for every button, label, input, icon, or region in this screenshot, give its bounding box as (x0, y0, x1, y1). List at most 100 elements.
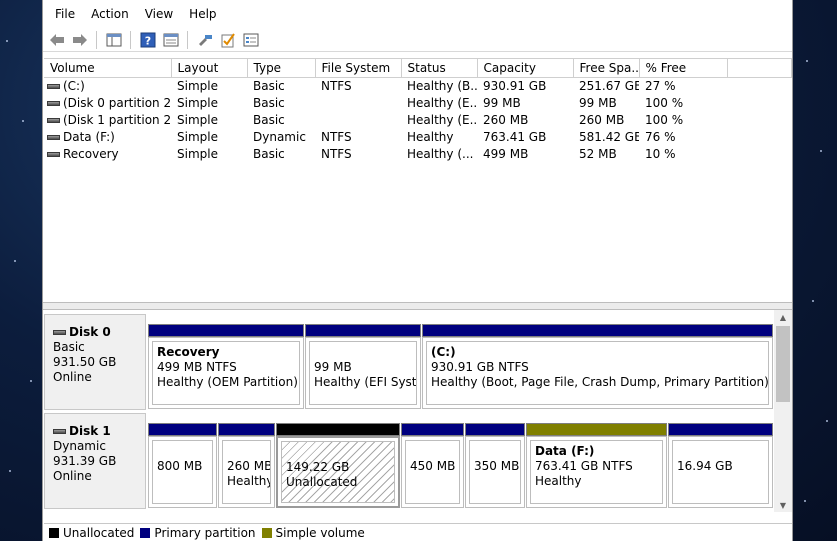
column-header-volume[interactable]: Volume (44, 58, 172, 78)
volume-icon (47, 152, 60, 157)
partition-name (314, 345, 412, 360)
partition-block-unallocated[interactable]: 149.22 GB Unallocated (276, 423, 400, 508)
table-cell: Dynamic (253, 130, 306, 144)
table-cell: 499 MB (483, 147, 529, 161)
volume-icon (47, 101, 60, 106)
table-cell: Simple (177, 96, 218, 110)
table-header: Volume Layout Type File System Status Ca… (44, 58, 792, 78)
table-cell: Basic (253, 96, 285, 110)
table-cell: Healthy (B... (407, 79, 477, 93)
partition-size: 350 MB (474, 459, 520, 473)
partition-name: Data (F:) (535, 444, 595, 458)
menu-action[interactable]: Action (83, 0, 137, 28)
volume-icon (47, 84, 60, 89)
partition-block[interactable]: Recovery 499 MB NTFS Healthy (OEM Partit… (148, 324, 304, 409)
toolbar-separator (187, 30, 188, 49)
partition-block[interactable]: Data (F:) 763.41 GB NTFS Healthy (526, 423, 667, 508)
table-row[interactable]: (Disk 0 partition 2) Simple Basic Health… (44, 95, 792, 112)
help-icon[interactable]: ? (137, 30, 158, 50)
partition-size: 16.94 GB (677, 459, 733, 473)
partition-block[interactable]: 260 MB Healthy (218, 423, 275, 508)
table-cell: 581.42 GB (579, 130, 639, 144)
table-row[interactable]: (Disk 1 partition 2) Simple Basic Health… (44, 112, 792, 129)
menu-bar: File Action View Help (43, 0, 792, 28)
table-cell: Simple (177, 130, 218, 144)
disk-label[interactable]: Disk 1 Dynamic 931.39 GB Online (44, 413, 146, 509)
legend-item: Primary partition (140, 526, 256, 540)
scrollbar-thumb[interactable] (776, 326, 790, 402)
column-header-type[interactable]: Type (247, 58, 316, 78)
scroll-up-icon[interactable]: ▲ (774, 310, 792, 324)
connect-icon[interactable] (194, 30, 215, 50)
partition-size: 800 MB (157, 459, 203, 473)
table-cell: Basic (253, 147, 285, 161)
partition-size: 450 MB (410, 459, 456, 473)
table-cell: Healthy (E... (407, 113, 477, 127)
partition-block[interactable]: 350 MB (465, 423, 525, 508)
menu-view[interactable]: View (137, 0, 181, 28)
scroll-down-icon[interactable]: ▼ (774, 498, 792, 512)
pane-splitter[interactable] (43, 302, 792, 310)
table-cell: Healthy (... (407, 147, 474, 161)
legend-swatch (261, 527, 272, 538)
table-cell: 260 MB (579, 113, 625, 127)
partition-size: 260 MB (227, 459, 271, 473)
table-cell: 52 MB (579, 147, 617, 161)
toolbar: ? (43, 28, 792, 52)
column-header-layout[interactable]: Layout (171, 58, 248, 78)
column-header-free-space[interactable]: Free Spa... (573, 58, 640, 78)
partition-block[interactable]: 99 MB Healthy (EFI System (305, 324, 421, 409)
legend-item: Unallocated (49, 526, 134, 540)
partition-status: Healthy (OEM Partition) (157, 375, 298, 389)
column-header-file-system[interactable]: File System (315, 58, 402, 78)
vertical-scrollbar[interactable]: ▲ ▼ (774, 310, 792, 512)
table-cell (727, 146, 792, 163)
disk-size: 931.50 GB (53, 355, 117, 369)
table-cell: 10 % (645, 147, 676, 161)
column-header-percent-free[interactable]: % Free (639, 58, 728, 78)
disk-icon (53, 429, 66, 434)
partition-status: Healthy (EFI System (314, 375, 417, 389)
partition-block[interactable]: 450 MB (401, 423, 464, 508)
back-arrow-icon[interactable] (46, 30, 67, 50)
table-cell: Healthy (E... (407, 96, 477, 110)
partition-status: Unallocated (286, 475, 358, 489)
forward-arrow-icon[interactable] (69, 30, 90, 50)
partition-color-bar (148, 324, 304, 337)
table-cell: Simple (177, 113, 218, 127)
table-cell: Healthy (407, 130, 454, 144)
settings-icon[interactable] (240, 30, 261, 50)
console-tree-icon[interactable] (103, 30, 124, 50)
table-cell: Simple (177, 79, 218, 93)
table-cell: NTFS (321, 79, 352, 93)
table-cell: Simple (177, 147, 218, 161)
partition-color-bar (526, 423, 667, 436)
column-header-capacity[interactable]: Capacity (477, 58, 574, 78)
partition-name: Recovery (157, 345, 220, 359)
properties-icon[interactable] (160, 30, 181, 50)
table-row[interactable]: Recovery Simple Basic NTFS Healthy (... … (44, 146, 792, 163)
partition-status: Healthy (Boot, Page File, Crash Dump, Pr… (431, 375, 769, 389)
volume-icon (47, 135, 60, 140)
partition-size: 149.22 GB (286, 460, 350, 474)
table-cell: Basic (253, 79, 285, 93)
table-row[interactable]: Data (F:) Simple Dynamic NTFS Healthy 76… (44, 129, 792, 146)
table-cell: NTFS (321, 147, 352, 161)
check-icon[interactable] (217, 30, 238, 50)
disk-status: Online (53, 469, 92, 483)
partition-block[interactable]: 16.94 GB (668, 423, 773, 508)
column-header-status[interactable]: Status (401, 58, 478, 78)
partition-color-bar (668, 423, 773, 436)
partition-block[interactable]: (C:) 930.91 GB NTFS Healthy (Boot, Page … (422, 324, 773, 409)
table-cell: Basic (253, 113, 285, 127)
disk-label[interactable]: Disk 0 Basic 931.50 GB Online (44, 314, 146, 410)
menu-file[interactable]: File (47, 0, 83, 28)
table-cell: 260 MB (483, 113, 529, 127)
partition-block[interactable]: 800 MB (148, 423, 217, 508)
table-cell: Recovery (44, 146, 171, 163)
table-row[interactable]: (C:) Simple Basic NTFS Healthy (B... 930… (44, 78, 792, 96)
disk-type: Dynamic (53, 439, 106, 453)
menu-help[interactable]: Help (181, 0, 224, 28)
table-cell: 930.91 GB (483, 79, 547, 93)
legend: Unallocated Primary partition Simple vol… (44, 523, 792, 541)
